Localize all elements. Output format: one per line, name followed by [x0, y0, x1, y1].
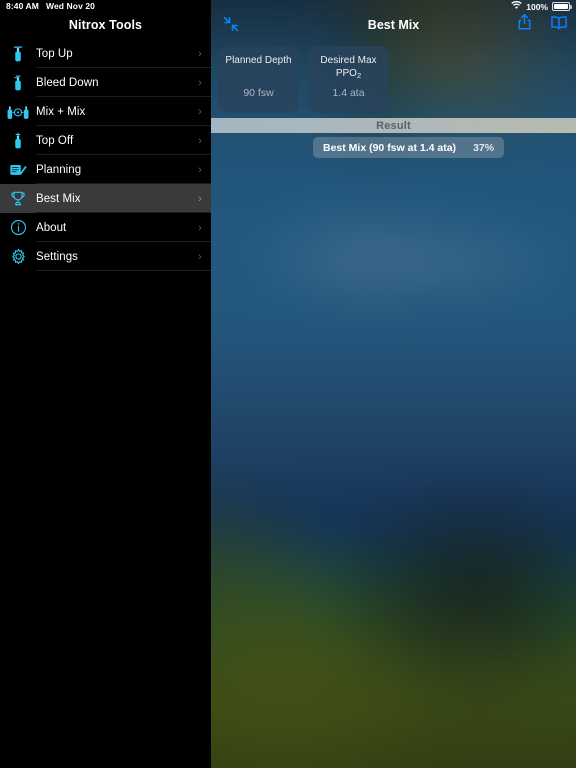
- scuba-tank-icon: [0, 45, 36, 63]
- chevron-right-icon: ›: [189, 106, 211, 118]
- sidebar-item-label: Mix + Mix: [36, 106, 189, 118]
- trophy-icon: [0, 190, 36, 207]
- sidebar-item-about[interactable]: About ›: [0, 213, 211, 242]
- sidebar-item-settings[interactable]: Settings ›: [0, 242, 211, 271]
- sidebar-title: Nitrox Tools: [0, 18, 211, 32]
- sidebar-item-label: Top Up: [36, 48, 189, 60]
- planned-depth-card[interactable]: Planned Depth 90 fsw: [218, 46, 299, 113]
- ipad-screen: Best Mix: [0, 0, 576, 768]
- best-mix-result-value: 37%: [473, 142, 494, 154]
- sidebar-item-top-off[interactable]: Top Off ›: [0, 126, 211, 155]
- result-section-header: Result: [211, 118, 576, 133]
- gear-icon: [0, 248, 36, 265]
- sidebar-item-label: Top Off: [36, 135, 189, 147]
- sidebar-item-planning[interactable]: Planning ›: [0, 155, 211, 184]
- book-icon[interactable]: [550, 15, 568, 35]
- sidebar-menu: Top Up › Bleed Down ›: [0, 39, 211, 271]
- detail-pane: Best Mix: [211, 0, 576, 768]
- chevron-right-icon: ›: [189, 193, 211, 205]
- sidebar-item-mix-plus-mix[interactable]: Mix + Mix ›: [0, 97, 211, 126]
- info-circle-icon: [0, 219, 36, 236]
- desired-max-ppo2-value: 1.4 ata: [308, 87, 389, 99]
- chevron-right-icon: ›: [189, 77, 211, 89]
- sidebar-item-bleed-down[interactable]: Bleed Down ›: [0, 68, 211, 97]
- sidebar-item-top-up[interactable]: Top Up ›: [0, 39, 211, 68]
- ppo2-line2-prefix: PPO: [336, 68, 357, 79]
- sidebar-item-label: Settings: [36, 251, 189, 263]
- chevron-right-icon: ›: [189, 135, 211, 147]
- ppo2-subscript: 2: [357, 71, 361, 80]
- chevron-right-icon: ›: [189, 164, 211, 176]
- sidebar-item-label: About: [36, 222, 189, 234]
- sidebar-item-label: Planning: [36, 164, 189, 176]
- best-mix-result-label: Best Mix (90 fsw at 1.4 ata): [323, 142, 456, 154]
- desired-max-ppo2-card[interactable]: Desired Max PPO2 1.4 ata: [308, 46, 389, 113]
- result-section-header-label: Result: [376, 120, 411, 132]
- chevron-right-icon: ›: [189, 222, 211, 234]
- planned-depth-label: Planned Depth: [223, 55, 294, 68]
- chevron-right-icon: ›: [189, 251, 211, 263]
- share-icon[interactable]: [517, 13, 532, 36]
- best-mix-result-row[interactable]: Best Mix (90 fsw at 1.4 ata) 37%: [313, 137, 504, 158]
- row-separator: [36, 270, 211, 271]
- sidebar-item-label: Best Mix: [36, 193, 189, 205]
- toolbar-actions: [517, 13, 568, 36]
- background-shade: [211, 0, 576, 768]
- scuba-tank-topoff-icon: [0, 132, 36, 150]
- clipboard-pen-icon: [0, 162, 36, 178]
- input-cards: Planned Depth 90 fsw Desired Max PPO2 1.…: [218, 46, 389, 113]
- chevron-right-icon: ›: [189, 48, 211, 60]
- planned-depth-value: 90 fsw: [218, 87, 299, 99]
- sidebar-item-label: Bleed Down: [36, 77, 189, 89]
- ppo2-line1: Desired Max: [320, 55, 376, 66]
- sidebar: Nitrox Tools Top Up ›: [0, 0, 211, 768]
- two-tanks-mix-icon: [0, 103, 36, 121]
- sidebar-item-best-mix[interactable]: Best Mix ›: [0, 184, 211, 213]
- desired-max-ppo2-label: Desired Max PPO2: [313, 55, 384, 80]
- scuba-tank-bleed-icon: [0, 74, 36, 92]
- detail-toolbar: Best Mix: [211, 0, 576, 38]
